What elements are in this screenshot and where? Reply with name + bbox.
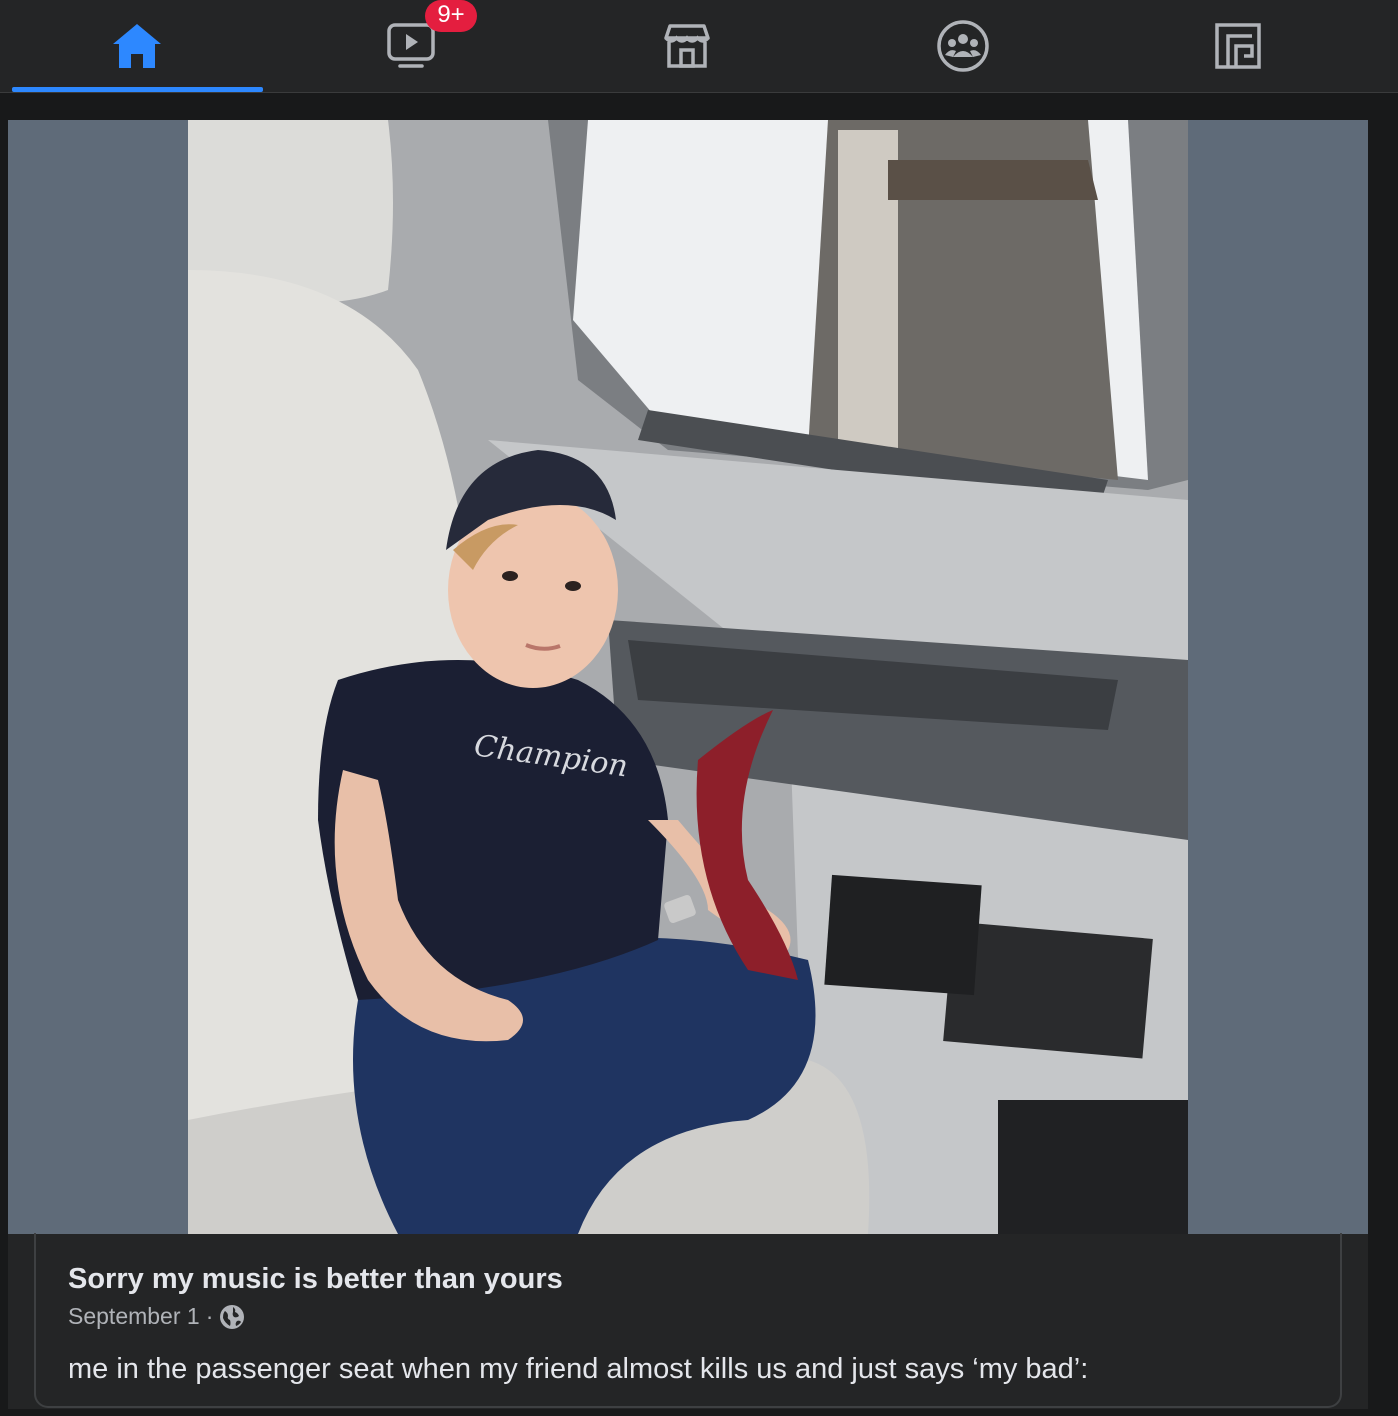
globe-icon [220, 1304, 245, 1329]
video-icon [387, 23, 435, 68]
post-caption: me in the passenger seat when my friend … [68, 1353, 1089, 1385]
tab-marketplace[interactable] [562, 0, 812, 92]
home-icon [113, 24, 161, 68]
top-navigation-bar: 9+ [0, 0, 1398, 93]
notification-badge: 9+ [425, 0, 477, 32]
link-preview[interactable]: Sorry my music is better than yours Sept… [34, 1233, 1342, 1408]
gaming-icon [1215, 23, 1261, 69]
store-icon [664, 24, 710, 68]
post-photo[interactable]: Champion [188, 120, 1188, 1234]
photo-of-child-in-car-seat-icon: Champion [188, 120, 1188, 1234]
post-title[interactable]: Sorry my music is better than yours [68, 1263, 563, 1296]
post-meta: September 1 · [68, 1303, 245, 1330]
tab-home[interactable] [12, 0, 262, 92]
meta-separator: · [205, 1303, 214, 1329]
tab-watch[interactable] [286, 0, 536, 92]
tab-gaming[interactable] [1113, 0, 1363, 92]
tab-groups[interactable] [838, 0, 1088, 92]
post-card: Champion Sorry my music is better than y… [8, 120, 1368, 1409]
post-media[interactable]: Champion [8, 120, 1368, 1234]
news-feed: Champion Sorry my music is better than y… [0, 93, 1398, 1416]
post-date[interactable]: September 1 [68, 1303, 200, 1330]
groups-icon [937, 20, 989, 72]
active-tab-indicator [12, 87, 263, 92]
